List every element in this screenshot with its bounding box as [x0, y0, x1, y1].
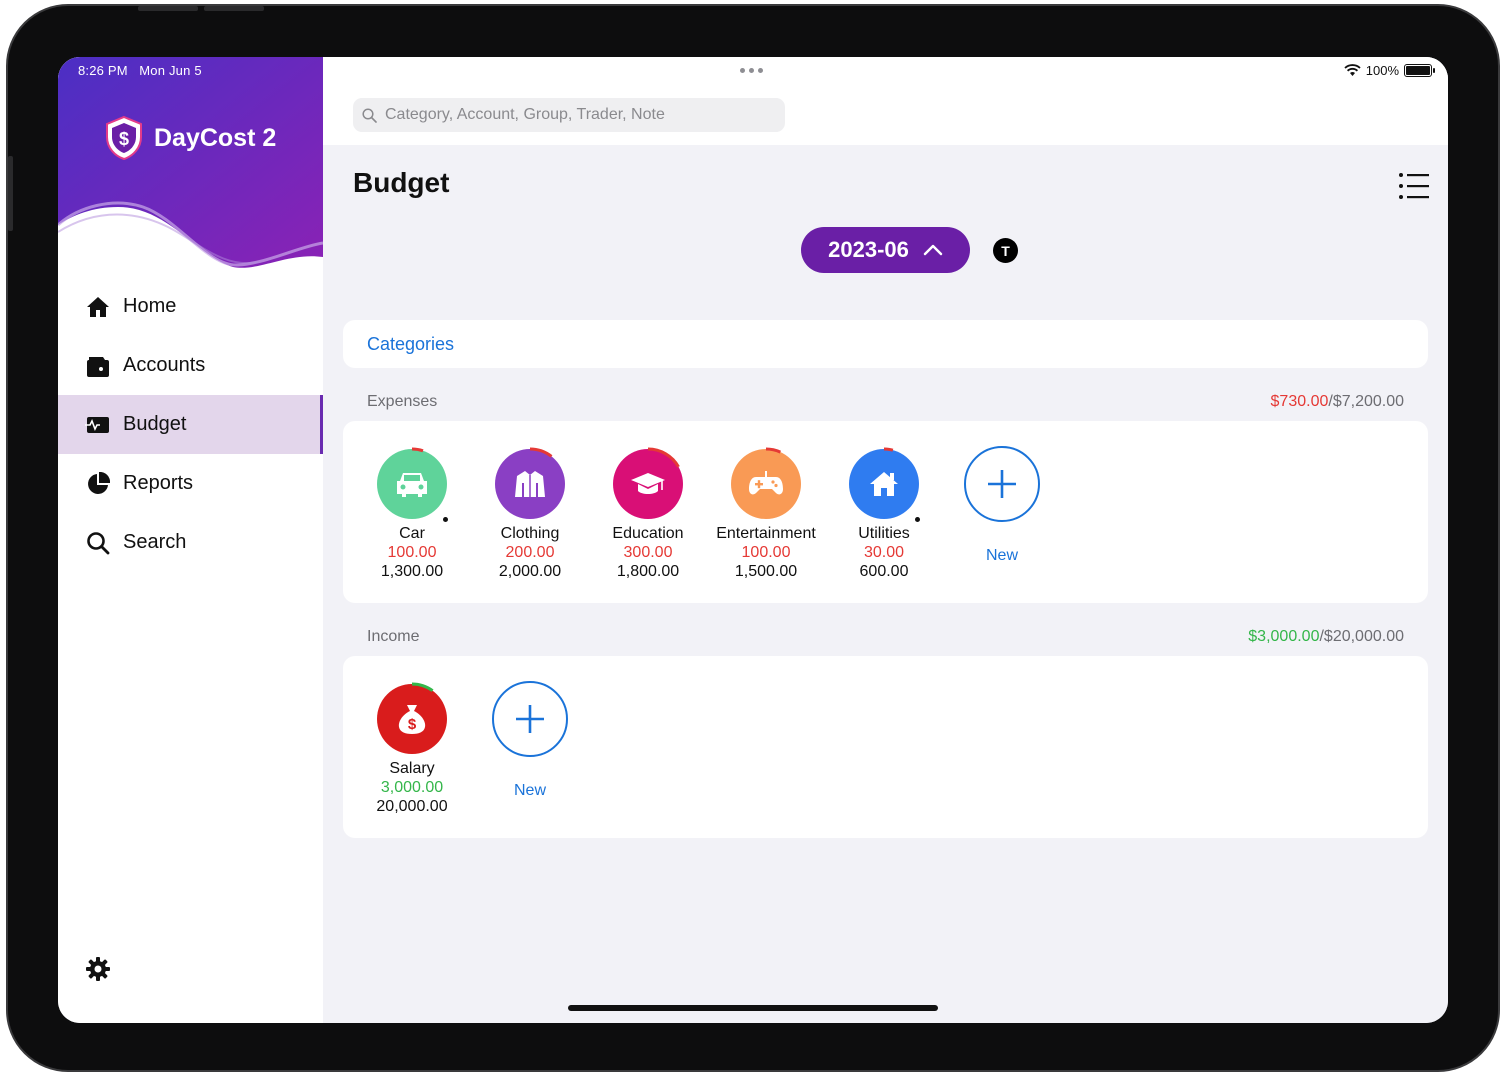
- new-label: New: [985, 547, 1018, 564]
- home-icon: [85, 294, 111, 320]
- category-education[interactable]: Education 300.00 1,800.00: [589, 447, 707, 581]
- category-utilities[interactable]: Utilities 30.00 600.00: [825, 447, 943, 581]
- income-card: $ Salary 3,000.00 20,000.00 New: [343, 656, 1428, 838]
- sidebar: 8:26 PM Mon Jun 5 $ DayCost 2 Home Accou…: [58, 57, 323, 1023]
- sidebar-item-reports[interactable]: Reports: [58, 454, 323, 513]
- sidebar-item-accounts[interactable]: Accounts: [58, 336, 323, 395]
- expense-categories: Car 100.00 1,300.00 Clothing 200.00 2,00…: [353, 446, 1061, 581]
- volume-button: [204, 6, 264, 11]
- category-name: Clothing: [500, 525, 560, 542]
- category-name: Salary: [389, 760, 435, 777]
- app-screen: 8:26 PM Mon Jun 5 $ DayCost 2 Home Accou…: [58, 57, 1448, 1023]
- category-spent: 100.00: [387, 544, 437, 561]
- plus-icon: [492, 681, 568, 757]
- sidebar-item-budget[interactable]: Budget: [58, 395, 323, 454]
- search-icon: [85, 530, 111, 556]
- category-entertainment[interactable]: Entertainment 100.00 1,500.00: [707, 447, 825, 581]
- note-dot: [443, 517, 448, 522]
- category-name: Utilities: [858, 525, 910, 542]
- category-budget: 1,800.00: [616, 563, 680, 580]
- sidebar-item-label: Home: [123, 295, 177, 317]
- sidebar-item-home[interactable]: Home: [58, 277, 323, 336]
- home-indicator: [568, 1005, 938, 1011]
- sidebar-item-search[interactable]: Search: [58, 513, 323, 572]
- category-spent: 30.00: [863, 544, 905, 561]
- category-earned: 3,000.00: [380, 779, 444, 796]
- settings-button[interactable]: [85, 956, 111, 982]
- category-name: Car: [399, 525, 425, 542]
- battery-icon: [1404, 64, 1435, 77]
- sidebar-item-label: Budget: [123, 413, 187, 435]
- new-label: New: [513, 782, 546, 799]
- list-menu-button[interactable]: [1398, 171, 1430, 201]
- volume-button: [138, 6, 198, 11]
- svg-text:$: $: [119, 129, 129, 149]
- category-budget: 2,000.00: [498, 563, 562, 580]
- sidebar-header: 8:26 PM Mon Jun 5 $ DayCost 2: [58, 57, 323, 272]
- multitasking-dots[interactable]: [740, 68, 763, 73]
- income-total: $3,000.00/$20,000.00: [1248, 628, 1404, 645]
- wallet-icon: [85, 353, 111, 379]
- plus-icon: [964, 446, 1040, 522]
- gear-icon: [86, 957, 110, 981]
- category-spent: 100.00: [741, 544, 791, 561]
- app-name: DayCost 2: [154, 123, 277, 152]
- category-name: Education: [612, 525, 684, 542]
- categories-link[interactable]: Categories: [367, 334, 454, 355]
- search-bar[interactable]: [353, 98, 785, 132]
- search-icon: [362, 107, 377, 123]
- category-budget: 20,000.00: [376, 798, 448, 815]
- new-income-category-button[interactable]: New: [471, 681, 589, 816]
- category-budget: 1,300.00: [380, 563, 444, 580]
- category-budget: 1,500.00: [734, 563, 798, 580]
- search-input[interactable]: [385, 106, 765, 124]
- main-content: 100% Budget 2023-06: [323, 57, 1448, 1023]
- category-spent: 200.00: [505, 544, 555, 561]
- expenses-header: Expenses $730.00/$7,200.00: [367, 393, 1404, 411]
- income-header: Income $3,000.00/$20,000.00: [367, 628, 1404, 646]
- battery-percent: 100%: [1365, 63, 1399, 78]
- income-label: Income: [367, 628, 420, 645]
- app-logo: $ DayCost 2: [104, 115, 276, 161]
- sidebar-item-label: Accounts: [123, 354, 206, 376]
- budget-icon: [85, 412, 111, 438]
- category-name: Entertainment: [716, 525, 816, 542]
- category-spent: 300.00: [623, 544, 673, 561]
- top-bar: 100%: [323, 57, 1448, 145]
- list-icon: [1399, 173, 1429, 199]
- month-selector[interactable]: 2023-06: [801, 227, 970, 273]
- category-salary[interactable]: $ Salary 3,000.00 20,000.00: [353, 682, 471, 816]
- new-expense-category-button[interactable]: New: [943, 446, 1061, 581]
- page-title: Budget: [353, 167, 450, 198]
- month-label: 2023-06: [828, 237, 909, 262]
- sidebar-nav: Home Accounts Budget Reports Search: [58, 277, 323, 572]
- status-time: 8:26 PM Mon Jun 5: [78, 63, 202, 78]
- status-right: 100%: [1344, 63, 1435, 78]
- category-car[interactable]: Car 100.00 1,300.00: [353, 447, 471, 581]
- expenses-label: Expenses: [367, 393, 438, 410]
- category-budget: 600.00: [859, 563, 909, 580]
- chevron-up-icon: [923, 244, 943, 256]
- sidebar-item-label: Reports: [123, 472, 194, 494]
- category-clothing[interactable]: Clothing 200.00 2,000.00: [471, 447, 589, 581]
- expenses-total: $730.00/$7,200.00: [1270, 393, 1404, 410]
- sidebar-item-label: Search: [123, 531, 187, 553]
- shield-dollar-icon: $: [106, 115, 142, 161]
- today-button[interactable]: T: [993, 238, 1018, 263]
- expenses-card: Car 100.00 1,300.00 Clothing 200.00 2,00…: [343, 421, 1428, 603]
- wifi-icon: [1344, 64, 1361, 76]
- pie-chart-icon: [85, 471, 111, 497]
- power-button: [8, 156, 13, 231]
- income-categories: $ Salary 3,000.00 20,000.00 New: [353, 681, 589, 816]
- categories-card: Categories: [343, 320, 1428, 368]
- note-dot: [915, 517, 920, 522]
